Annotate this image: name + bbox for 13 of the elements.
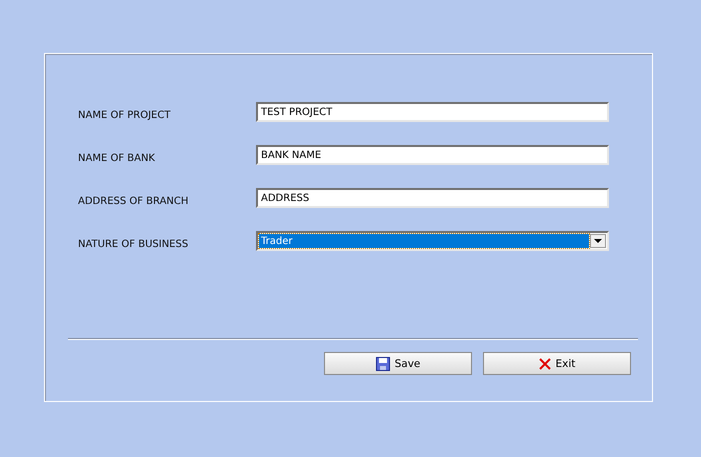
dropdown-field[interactable]: Trader [256, 231, 609, 251]
save-button[interactable]: Save [324, 352, 472, 375]
close-icon [538, 358, 551, 370]
input-field[interactable]: TEST PROJECT [256, 102, 609, 122]
caret-icon [594, 239, 602, 243]
field-label: ADDRESS OF BRANCH [77, 196, 190, 208]
field-label: NAME OF PROJECT [77, 110, 172, 122]
field-label: NAME OF BANK [77, 153, 156, 165]
input-field[interactable]: BANK NAME [256, 145, 609, 165]
input-field[interactable]: ADDRESS [256, 188, 609, 208]
save-icon [376, 356, 390, 370]
field-label: NATURE OF BUSINESS [77, 239, 190, 251]
exit-button[interactable]: Exit [483, 352, 631, 375]
